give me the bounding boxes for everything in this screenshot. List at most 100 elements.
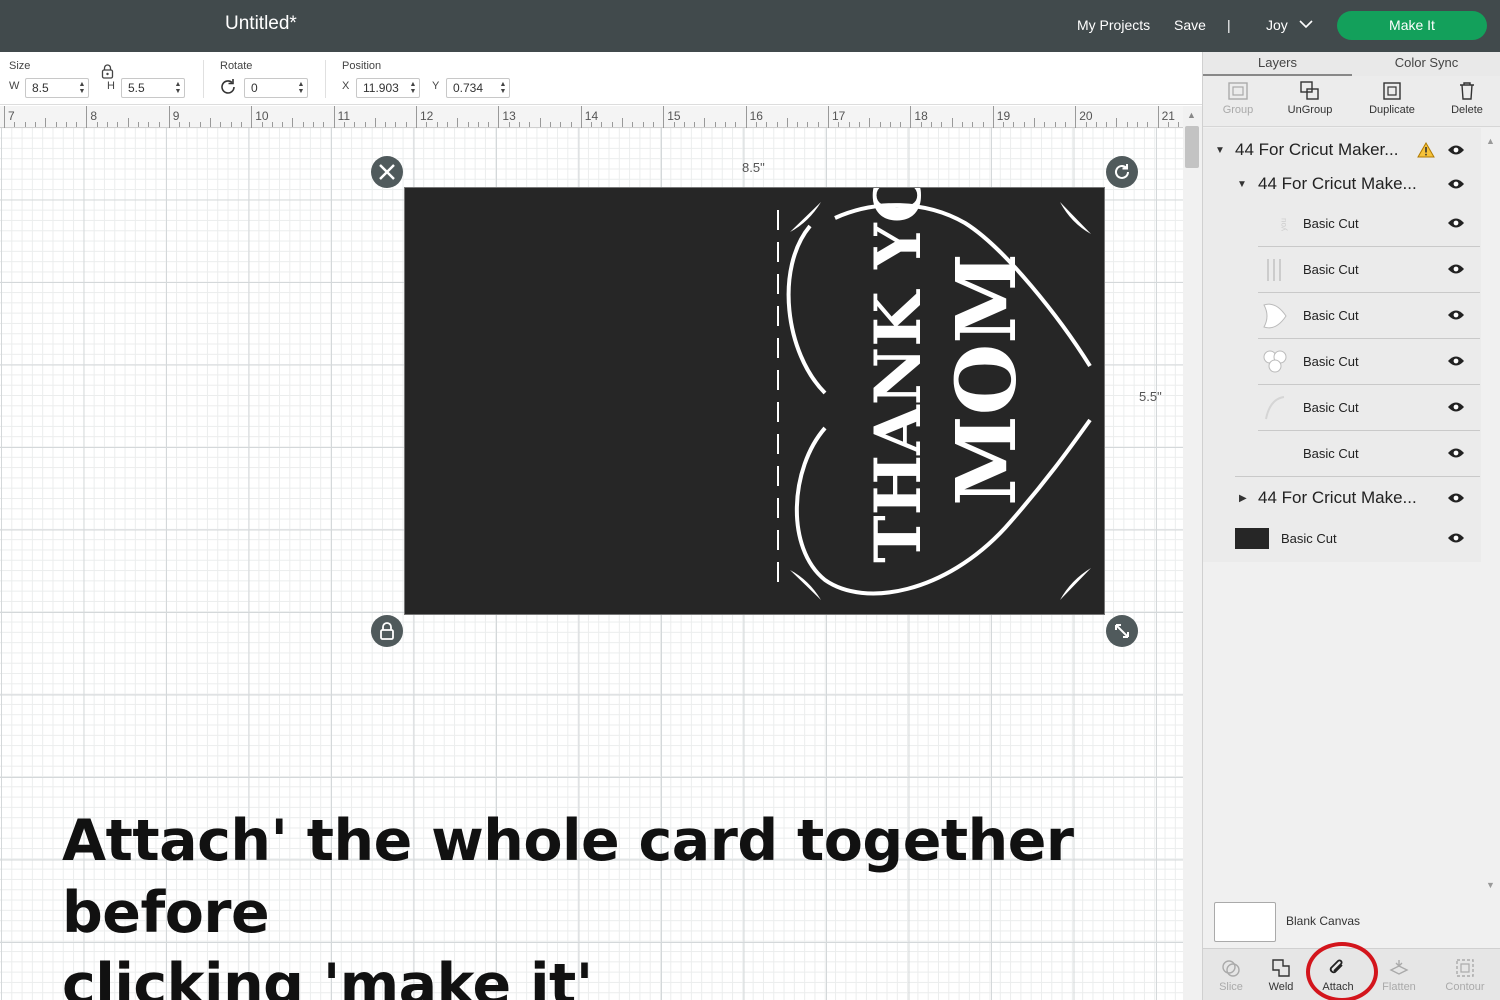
ruler-minor-tick [611,122,613,127]
instruction-caption: Attach' the whole card together before c… [62,805,1172,1000]
header-divider: | [1227,17,1231,33]
rotate-value: 0 [251,81,258,95]
ruler-number: 18 [914,109,928,123]
eye-icon[interactable] [1447,263,1465,275]
y-stepper-icon[interactable]: ▲ ▼ [499,81,507,95]
contour-button[interactable]: Contour [1437,957,1493,993]
ruler-minor-tick [807,122,809,127]
ruler-minor-tick [1178,122,1180,127]
eye-icon[interactable] [1447,447,1465,459]
x-stepper-icon[interactable]: ▲ ▼ [409,81,417,95]
ruler-minor-tick [652,122,654,127]
scroll-up-icon[interactable]: ▲ [1187,110,1196,120]
rotate-stepper-icon[interactable]: ▲ ▼ [297,81,305,95]
eye-icon[interactable] [1447,178,1465,190]
duplicate-label: Duplicate [1369,104,1415,116]
eye-icon[interactable] [1447,309,1465,321]
layer-item[interactable]: Basic Cut [1203,385,1481,431]
ungroup-icon [1300,81,1319,100]
y-position-field[interactable]: 0.734 ▲ ▼ [446,78,510,98]
ruler-minor-tick [1147,122,1149,127]
eye-icon[interactable] [1447,492,1465,504]
layer-item[interactable]: Basic Cut [1203,339,1481,385]
ruler-minor-tick [240,122,242,127]
slice-label: Slice [1219,981,1243,993]
ruler-number: 19 [996,109,1011,123]
height-field[interactable]: 5.5 ▲ ▼ [121,78,185,98]
delete-handle[interactable] [371,156,403,188]
weld-button[interactable]: Weld [1253,957,1309,993]
duplicate-button[interactable]: Duplicate [1357,80,1427,116]
layer-item[interactable]: you Basic Cut [1203,201,1481,247]
ruler-minor-tick [1095,122,1097,127]
scrollbar-thumb[interactable] [1185,126,1199,168]
ruler-minor-tick [282,122,284,127]
tab-color-sync[interactable]: Color Sync [1352,52,1500,76]
layer-item[interactable]: Basic Cut [1203,247,1481,293]
ruler-minor-tick [189,122,191,127]
ruler-major-tick [416,106,417,128]
delete-button[interactable]: Delete [1432,80,1500,116]
attach-highlight-circle [1306,942,1378,1000]
close-icon [379,164,395,180]
lock-handle[interactable] [371,615,403,647]
card-design[interactable]: THANK YOU MOM [404,187,1105,615]
make-it-button[interactable]: Make It [1337,11,1487,40]
layer-item[interactable]: Basic Cut [1203,431,1481,477]
eye-icon[interactable] [1447,217,1465,229]
card-text-mom: MOM [939,253,1035,506]
width-field[interactable]: 8.5 ▲ ▼ [25,78,89,98]
layer-base[interactable]: Basic Cut [1203,516,1481,562]
eye-icon[interactable] [1447,532,1465,544]
ungroup-label: UnGroup [1287,104,1333,116]
tab-layers[interactable]: Layers [1203,52,1352,76]
flatten-icon [1389,960,1409,975]
lock-icon[interactable] [101,64,114,79]
flower-thumbnail-icon [1263,350,1287,373]
layers-scrollbar[interactable]: ▲ ▼ [1481,128,1500,890]
eye-icon[interactable] [1447,144,1465,156]
rotate-handle[interactable] [1106,156,1138,188]
collapse-triangle-icon[interactable]: ▼ [1215,145,1225,156]
scroll-down-icon[interactable]: ▼ [1486,880,1495,890]
eye-icon[interactable] [1447,401,1465,413]
resize-handle[interactable] [1106,615,1138,647]
ruler-minor-tick [519,122,520,127]
save-link[interactable]: Save [1174,17,1206,33]
warning-icon[interactable] [1417,142,1435,158]
ruler-minor-tick [1167,122,1169,127]
scroll-up-icon[interactable]: ▲ [1486,136,1495,146]
flatten-button[interactable]: Flatten [1371,957,1427,993]
contour-icon [1456,959,1474,977]
ruler-minor-tick [55,122,57,127]
rotate-field[interactable]: 0 ▲ ▼ [244,78,308,98]
ungroup-button[interactable]: UnGroup [1275,80,1345,116]
slice-button[interactable]: Slice [1203,957,1259,993]
group-icon [1228,82,1248,100]
expand-triangle-icon[interactable]: ▶ [1239,493,1247,504]
layer-tools: Group UnGroup Duplicate Delete [1203,76,1500,127]
ruler-number: 11 [337,109,351,123]
canvas-scrollbar[interactable]: ▲ [1183,106,1202,1000]
layer-item[interactable]: Basic Cut [1203,293,1481,339]
layer-base-label: Basic Cut [1281,531,1337,546]
ruler-minor-tick [1085,122,1087,127]
ruler-minor-tick [786,118,788,127]
width-stepper-icon[interactable]: ▲ ▼ [78,81,86,95]
ruler-minor-tick [900,122,902,127]
ruler-minor-tick [34,122,36,127]
my-projects-link[interactable]: My Projects [1077,17,1150,33]
collapse-triangle-icon[interactable]: ▼ [1237,179,1247,190]
ruler-minor-tick [941,122,943,127]
ruler-minor-tick [591,122,593,127]
user-menu[interactable]: Joy [1266,17,1288,33]
eye-icon[interactable] [1447,355,1465,367]
ruler-minor-tick [457,118,459,127]
blank-canvas-swatch[interactable] [1214,902,1276,942]
chevron-down-icon[interactable] [1299,19,1313,29]
group-button[interactable]: Group [1203,80,1273,116]
layer-thumbnail [1267,259,1281,281]
instruction-strong: Attach [62,808,271,874]
height-stepper-icon[interactable]: ▲ ▼ [174,81,182,95]
x-position-field[interactable]: 11.903 ▲ ▼ [356,78,420,98]
